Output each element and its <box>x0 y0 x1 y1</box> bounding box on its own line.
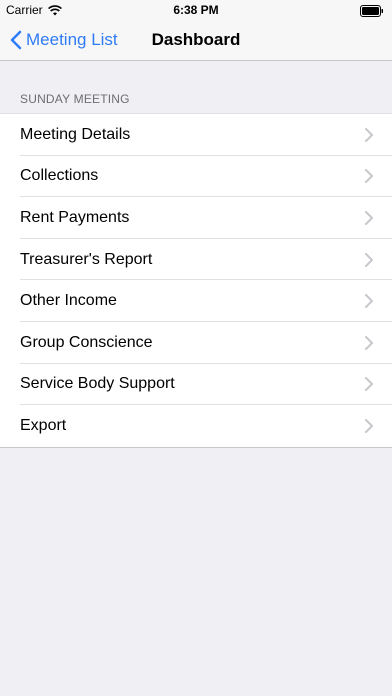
list-item-label: Meeting Details <box>20 125 131 143</box>
list-item-label: Other Income <box>20 292 117 310</box>
back-button[interactable]: Meeting List <box>10 20 118 60</box>
list-item-rent-payments[interactable]: Rent Payments <box>0 197 392 239</box>
list-item-other-income[interactable]: Other Income <box>0 280 392 322</box>
list-item-label: Export <box>20 416 67 434</box>
navigation-bar: Meeting List Dashboard <box>0 20 392 61</box>
section-header: SUNDAY MEETING <box>20 92 130 106</box>
chevron-right-icon <box>365 169 373 188</box>
list-item-label: Group Conscience <box>20 333 153 351</box>
chevron-left-icon <box>10 30 26 50</box>
chevron-right-icon <box>365 127 373 147</box>
chevron-right-icon <box>365 335 373 355</box>
list-item-treasurers-report[interactable]: Treasurer's Report <box>0 239 392 281</box>
list-item-service-body-support[interactable]: Service Body Support <box>0 364 392 406</box>
chevron-right-icon <box>365 252 373 272</box>
list-item-export[interactable]: Export <box>0 405 392 447</box>
list-item-collections[interactable]: Collections <box>0 156 392 198</box>
list-item-label: Rent Payments <box>20 208 130 226</box>
list-item-meeting-details[interactable]: Meeting Details <box>0 114 392 156</box>
menu-list: Meeting Details Collections Rent Payment… <box>0 113 392 448</box>
status-time: 6:38 PM <box>173 3 219 17</box>
back-button-label: Meeting List <box>26 30 118 49</box>
chevron-right-icon <box>365 294 373 313</box>
list-item-group-conscience[interactable]: Group Conscience <box>0 322 392 364</box>
chevron-right-icon <box>365 377 373 396</box>
list-item-label: Service Body Support <box>20 375 175 393</box>
list-item-label: Collections <box>20 167 99 185</box>
chevron-right-icon <box>365 418 373 438</box>
list-item-label: Treasurer's Report <box>20 250 153 268</box>
chevron-right-icon <box>365 210 373 230</box>
status-bar: Carrier 6:38 PM <box>0 0 392 20</box>
